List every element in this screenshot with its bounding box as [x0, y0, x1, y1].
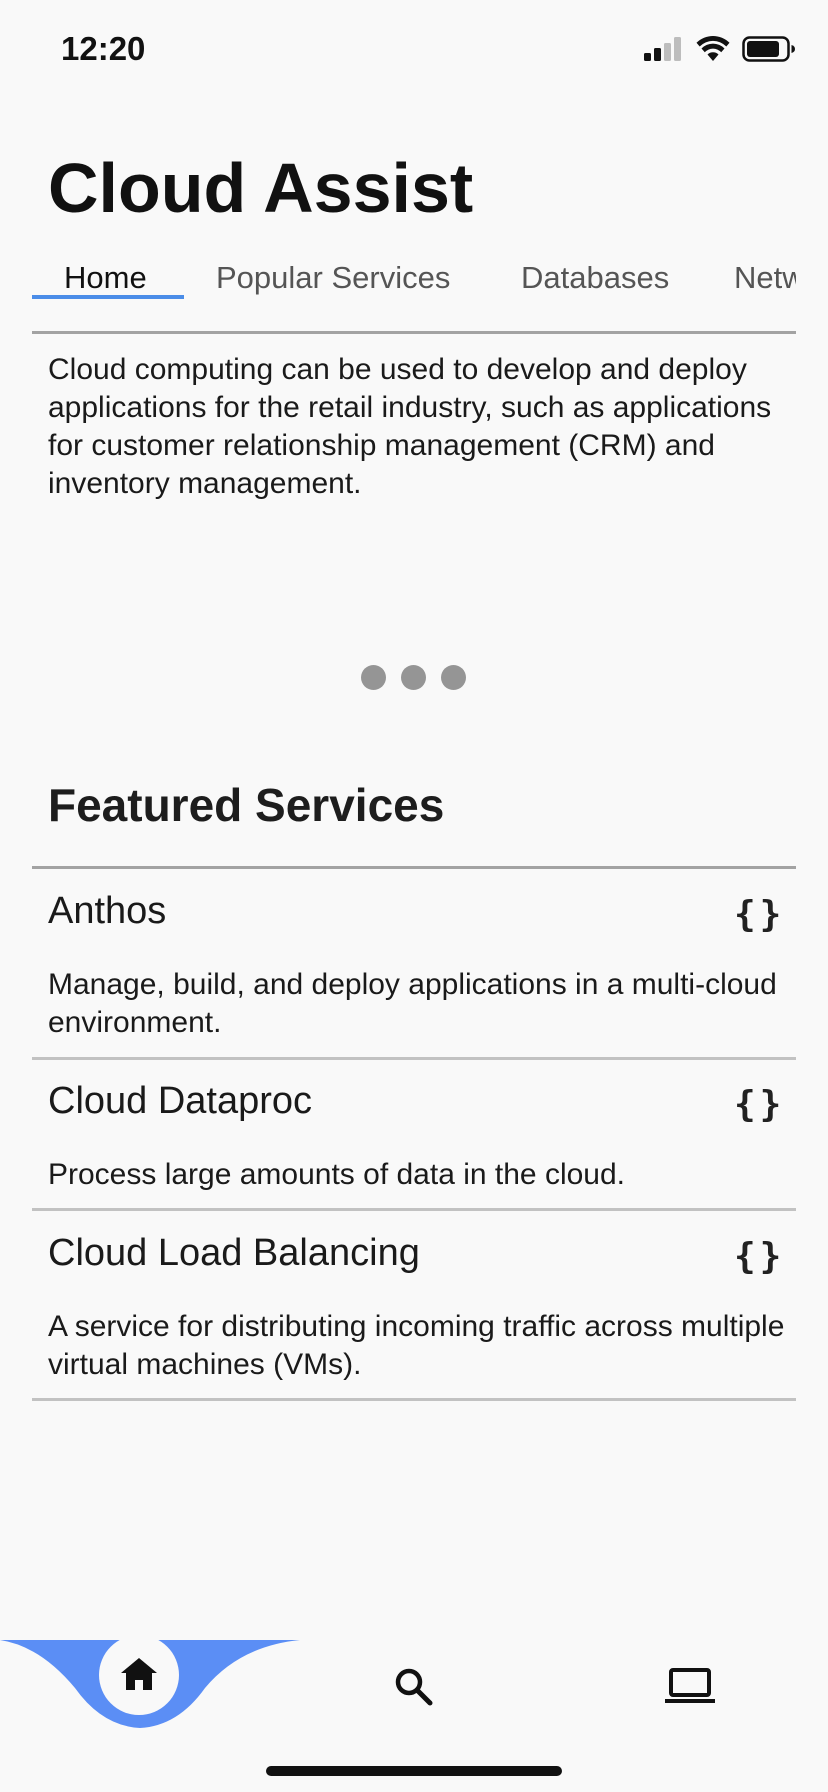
status-icons — [644, 36, 796, 62]
service-name: Cloud Dataproc — [48, 1080, 313, 1122]
cellular-signal-icon — [644, 37, 681, 61]
service-description: Manage, build, and deploy applications i… — [48, 968, 777, 1039]
nav-devices-button[interactable] — [660, 1657, 720, 1717]
home-indicator — [266, 1766, 562, 1776]
page-title: Cloud Assist — [48, 149, 474, 227]
list-divider — [32, 1057, 796, 1060]
laptop-icon — [665, 1668, 715, 1703]
service-item-cloud-dataproc[interactable]: Cloud Dataproc {} Process large amounts … — [32, 1080, 796, 1208]
featured-divider — [32, 866, 796, 869]
service-item-anthos[interactable]: Anthos {} Manage, build, and deploy appl… — [32, 890, 796, 1058]
service-name: Anthos — [48, 890, 167, 932]
pager-dot-2[interactable] — [401, 665, 426, 690]
nav-search-button[interactable] — [384, 1657, 444, 1717]
tab-home[interactable]: Home — [64, 260, 147, 296]
tab-networking[interactable]: Networking — [734, 260, 796, 296]
featured-services-heading: Featured Services — [48, 779, 445, 831]
list-divider — [32, 1398, 796, 1401]
service-name: Cloud Load Balancing — [48, 1232, 420, 1274]
service-item-cloud-load-balancing[interactable]: Cloud Load Balancing {} A service for di… — [32, 1232, 796, 1400]
home-icon — [121, 1658, 157, 1690]
tab-active-indicator — [32, 295, 184, 299]
carousel-pager — [361, 665, 466, 690]
nav-home-button[interactable] — [99, 1635, 179, 1715]
battery-icon — [742, 36, 795, 62]
intro-text: Cloud computing can be used to develop a… — [48, 353, 772, 500]
code-braces-icon: {} — [734, 1084, 786, 1125]
tab-divider — [32, 331, 796, 334]
code-braces-icon: {} — [734, 1236, 786, 1277]
pager-dot-1[interactable] — [361, 665, 386, 690]
bottom-navigation — [0, 1635, 828, 1745]
service-description: Process large amounts of data in the clo… — [48, 1158, 626, 1191]
status-time: 12:20 — [61, 30, 146, 67]
tab-bar: Home Popular Services Databases Networki… — [32, 250, 796, 330]
service-description: A service for distributing incoming traf… — [48, 1310, 785, 1381]
code-braces-icon: {} — [734, 894, 786, 935]
status-bar: 12:20 — [0, 0, 828, 100]
tab-popular-services[interactable]: Popular Services — [216, 260, 450, 296]
search-icon — [395, 1668, 433, 1706]
list-divider — [32, 1208, 796, 1211]
tab-databases[interactable]: Databases — [521, 260, 669, 296]
wifi-icon — [696, 36, 730, 61]
pager-dot-3[interactable] — [441, 665, 466, 690]
